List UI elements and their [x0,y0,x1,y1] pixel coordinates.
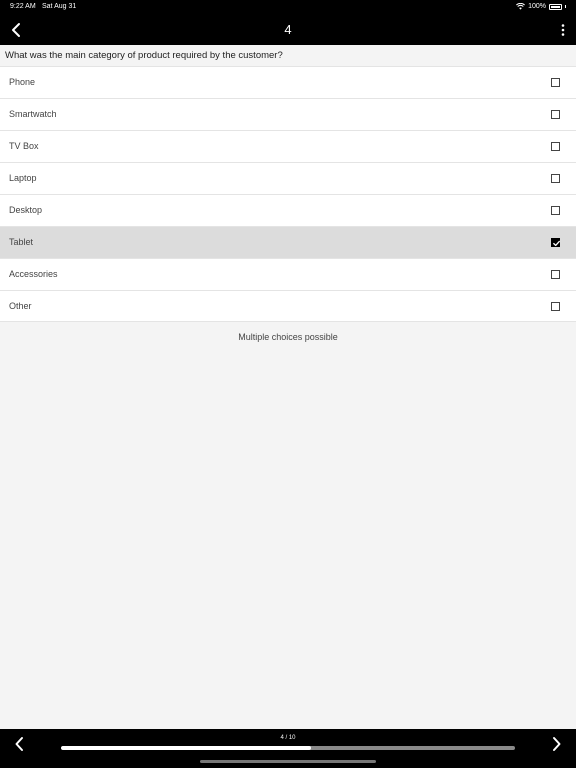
status-time: 9:22 AM [10,3,36,10]
checkbox-checked[interactable] [551,238,560,247]
option-row[interactable]: Smartwatch [0,98,576,130]
page-indicator: 4 / 10 [280,735,296,741]
options-list: Phone Smartwatch TV Box Laptop Desktop Tablet… [0,66,576,322]
option-row[interactable]: Phone [0,66,576,98]
battery-percent: 100% [528,3,546,10]
status-date: Sat Aug 31 [42,3,77,10]
page-title: 4 [284,22,292,37]
option-label: Phone [9,77,36,87]
status-bar: 9:22 AM Sat Aug 31 100% [0,0,576,16]
option-label: Desktop [9,205,43,215]
option-label: TV Box [9,141,39,151]
checkbox[interactable] [551,206,560,215]
checkbox[interactable] [551,110,560,119]
option-label: Accessories [9,269,58,279]
checkbox[interactable] [551,142,560,151]
option-label: Other [9,301,32,311]
home-indicator [200,760,376,763]
option-row[interactable]: Other [0,290,576,322]
next-chevron-icon[interactable] [550,736,562,752]
option-row[interactable]: Tablet [0,226,576,258]
checkbox[interactable] [551,174,560,183]
hint-text: Multiple choices possible [238,332,338,342]
battery-icon [549,3,562,10]
status-right: 100% [516,3,566,10]
battery-tip [565,5,566,8]
wifi-icon [516,3,526,10]
checkmark-icon [553,240,560,247]
checkbox[interactable] [551,302,560,311]
option-row[interactable]: TV Box [0,130,576,162]
bottom-bar: 4 / 10 [0,729,576,768]
question-text: What was the main category of product re… [5,50,283,61]
checkbox[interactable] [551,78,560,87]
checkbox[interactable] [551,270,560,279]
option-row[interactable]: Desktop [0,194,576,226]
nav-bar: 4 [0,16,576,45]
more-vertical-icon[interactable] [560,23,566,37]
progress-fill [61,746,311,750]
option-label: Laptop [9,173,37,183]
option-row[interactable]: Accessories [0,258,576,290]
option-row[interactable]: Laptop [0,162,576,194]
option-label: Tablet [9,237,34,247]
progress-bar[interactable] [61,746,515,750]
option-label: Smartwatch [9,109,57,119]
